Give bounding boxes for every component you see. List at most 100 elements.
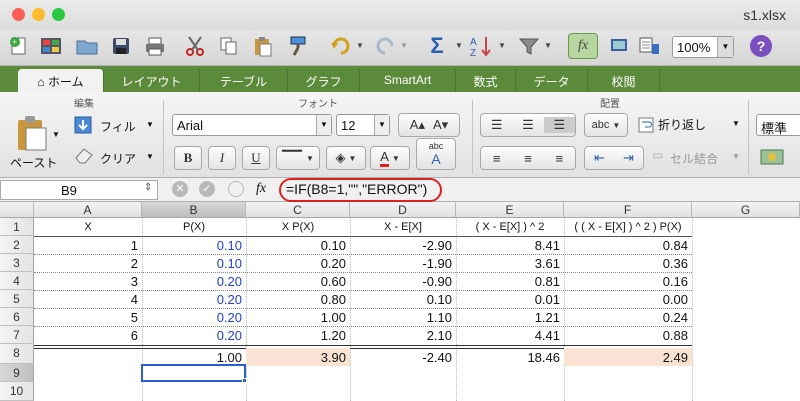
table-cell[interactable]: 0.20 <box>142 326 246 344</box>
column-header-d[interactable]: D <box>350 202 456 218</box>
tab-review[interactable]: 校閲 <box>588 69 660 92</box>
table-cell[interactable]: 0.16 <box>564 272 692 290</box>
format-painter-icon[interactable] <box>286 33 312 59</box>
insert-function-icon[interactable]: fx <box>256 181 266 197</box>
sort-icon[interactable]: AZ <box>468 33 494 59</box>
tab-layout[interactable]: レイアウト <box>104 69 200 92</box>
minimize-window-button[interactable] <box>32 8 45 21</box>
print-icon[interactable] <box>142 33 168 59</box>
align-middle-icon[interactable]: ☰ <box>512 117 543 133</box>
redo-icon[interactable] <box>372 33 398 59</box>
border-button[interactable]: ▔▔ ▼ <box>276 146 320 170</box>
gallery-icon[interactable] <box>38 33 64 59</box>
merge-cells-icon[interactable]: ▭ <box>652 148 663 162</box>
table-header-cell[interactable]: X P(X) <box>246 218 350 236</box>
cancel-formula-icon[interactable]: ✕ <box>172 181 188 197</box>
table-cell[interactable]: 0.60 <box>246 272 350 290</box>
table-cell[interactable]: 0.20 <box>142 290 246 308</box>
table-cell[interactable]: 0.88 <box>564 326 692 344</box>
new-icon[interactable]: + <box>6 33 32 59</box>
table-cell[interactable]: 0.81 <box>456 272 564 290</box>
table-cell[interactable]: 0.10 <box>142 254 246 272</box>
table-cell[interactable]: 4 <box>34 290 142 308</box>
name-box-stepper-icon[interactable]: ⇕ <box>144 182 152 193</box>
table-cell[interactable]: 0.10 <box>246 236 350 254</box>
wrap-text-label[interactable]: 折り返し <box>658 116 706 133</box>
copy-icon[interactable] <box>216 33 242 59</box>
font-name-select[interactable]: Arial ▼ <box>172 114 332 136</box>
wrap-dropdown-icon[interactable]: ▼ <box>732 119 740 128</box>
row-header[interactable]: 7 <box>0 326 34 344</box>
table-header-cell[interactable]: ( X - E[X] ) ^ 2 <box>456 218 564 236</box>
tab-home[interactable]: ⌂ ホーム <box>18 69 104 92</box>
fill-handle[interactable] <box>242 378 247 383</box>
underline-button[interactable]: U <box>242 146 270 170</box>
column-header-g[interactable]: G <box>692 202 800 218</box>
table-cell[interactable]: 1.20 <box>246 326 350 344</box>
table-cell[interactable]: 4.41 <box>456 326 564 344</box>
fill-label[interactable]: フィル <box>100 118 136 135</box>
table-cell[interactable]: 1 <box>34 236 142 254</box>
table-cell[interactable]: -1.90 <box>350 254 456 272</box>
column-header-b[interactable]: B <box>142 202 246 218</box>
expected-value-cell[interactable]: 3.90 <box>246 348 350 366</box>
zoom-select[interactable]: 100% ▼ <box>672 36 734 58</box>
autosum-dropdown-icon[interactable]: ▼ <box>455 41 463 50</box>
increase-font-size-icon[interactable]: A▴ <box>410 117 425 133</box>
save-icon[interactable] <box>108 33 134 59</box>
formula-builder-icon[interactable]: fx <box>568 33 598 59</box>
tab-data[interactable]: データ <box>516 69 588 92</box>
chevron-down-icon[interactable]: ▼ <box>316 115 331 135</box>
table-cell[interactable]: 0.01 <box>456 290 564 308</box>
row-header[interactable]: 5 <box>0 290 34 308</box>
merge-dropdown-icon[interactable]: ▼ <box>732 152 740 161</box>
tab-formulas[interactable]: 数式 <box>456 69 516 92</box>
paste-dropdown-icon[interactable]: ▼ <box>52 130 60 139</box>
paste-label[interactable]: ペースト <box>10 154 57 171</box>
clear-label[interactable]: クリア <box>100 150 136 167</box>
italic-button[interactable]: I <box>208 146 236 170</box>
row-header[interactable]: 4 <box>0 272 34 290</box>
fill-icon[interactable] <box>74 116 92 137</box>
tab-charts[interactable]: グラフ <box>288 69 360 92</box>
table-cell[interactable]: -2.40 <box>350 348 456 366</box>
table-cell[interactable]: 0.24 <box>564 308 692 326</box>
table-cell[interactable]: 0.20 <box>142 272 246 290</box>
merge-cells-label[interactable]: セル結合 <box>670 150 718 167</box>
table-cell[interactable]: 3.61 <box>456 254 564 272</box>
table-cell[interactable]: 18.46 <box>456 348 564 366</box>
decrease-font-size-icon[interactable]: A▾ <box>433 117 448 133</box>
table-cell[interactable]: 8.41 <box>456 236 564 254</box>
cut-icon[interactable] <box>182 33 208 59</box>
filter-dropdown-icon[interactable]: ▼ <box>544 41 552 50</box>
tab-smartart[interactable]: SmartArt <box>360 69 456 92</box>
column-header-f[interactable]: F <box>564 202 692 218</box>
selected-cell-b9[interactable] <box>141 364 246 382</box>
chevron-down-icon[interactable]: ▼ <box>374 115 389 135</box>
increase-indent-icon[interactable]: ⇥ <box>614 150 643 166</box>
column-header-c[interactable]: C <box>246 202 350 218</box>
wrap-text-icon[interactable] <box>638 117 654 136</box>
row-header[interactable]: 2 <box>0 236 34 254</box>
align-left-icon[interactable]: ≡ <box>481 151 512 166</box>
row-header[interactable]: 10 <box>0 382 34 401</box>
clear-dropdown-icon[interactable]: ▼ <box>146 152 154 161</box>
align-right-icon[interactable]: ≡ <box>544 151 575 166</box>
chevron-down-icon[interactable]: ▼ <box>717 37 733 57</box>
tab-tables[interactable]: テーブル <box>200 69 288 92</box>
phonetic-guide-button[interactable]: abc A <box>416 138 456 170</box>
table-cell[interactable] <box>34 348 142 366</box>
decrease-indent-icon[interactable]: ⇤ <box>585 150 614 166</box>
table-cell[interactable]: -2.90 <box>350 236 456 254</box>
column-header-e[interactable]: E <box>456 202 564 218</box>
name-box[interactable]: B9 <box>0 180 158 200</box>
media-browser-icon[interactable] <box>606 33 632 59</box>
table-cell[interactable]: 0.00 <box>564 290 692 308</box>
row-header[interactable]: 3 <box>0 254 34 272</box>
table-cell[interactable]: 0.20 <box>246 254 350 272</box>
column-header-a[interactable]: A <box>34 202 142 218</box>
table-cell[interactable]: 3 <box>34 272 142 290</box>
table-cell[interactable]: 1.10 <box>350 308 456 326</box>
table-cell[interactable]: 0.20 <box>142 308 246 326</box>
table-cell[interactable]: 1.00 <box>246 308 350 326</box>
